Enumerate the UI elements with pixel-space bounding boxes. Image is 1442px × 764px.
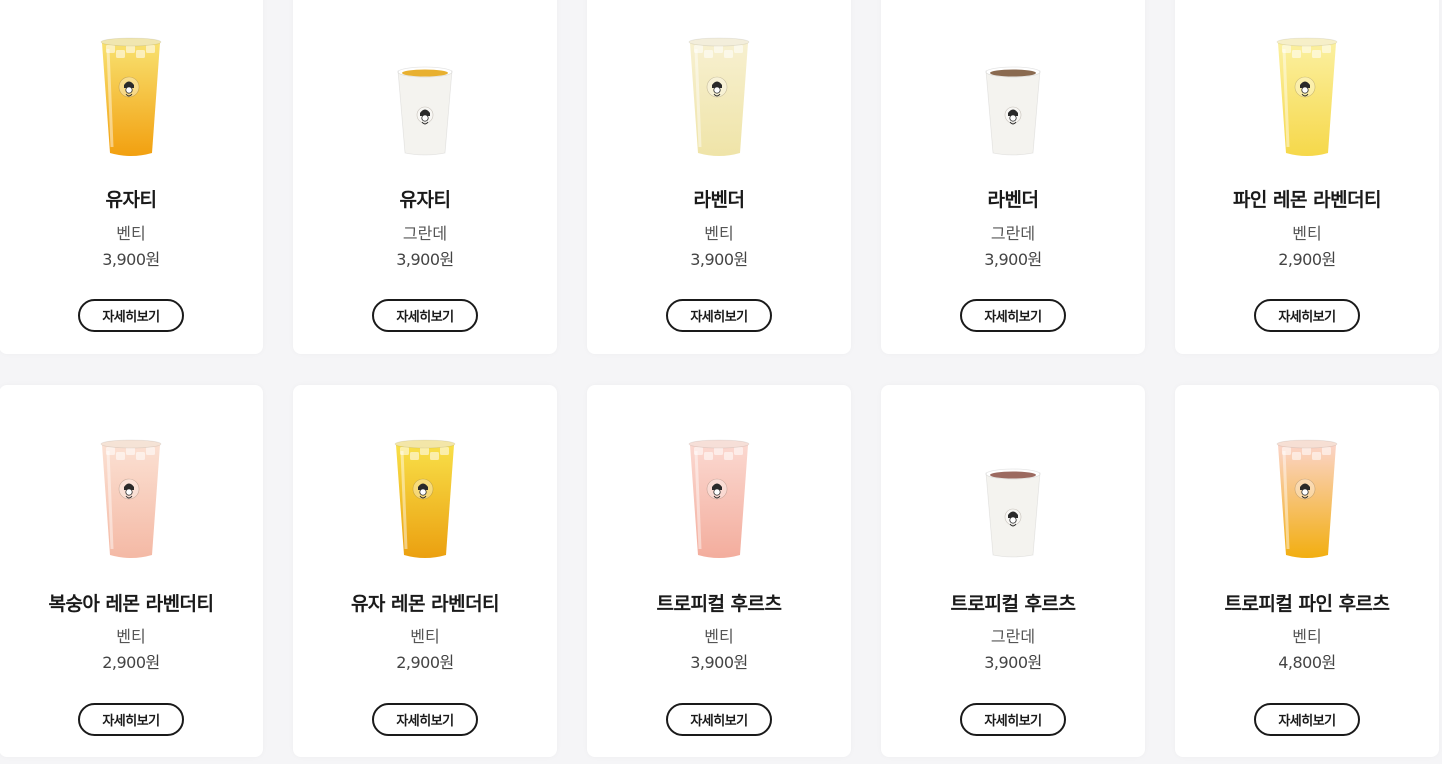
mascot-logo-icon — [1294, 478, 1316, 500]
product-size: 벤티 — [704, 627, 734, 646]
ice-cube — [734, 45, 743, 53]
product-card: 복숭아 레몬 라벤더티 벤티 2,900원 자세히보기 — [0, 385, 263, 757]
cup-lid — [1276, 37, 1338, 47]
product-price: 2,900원 — [1278, 250, 1336, 269]
product-size: 벤티 — [410, 627, 440, 646]
mascot-logo-icon — [118, 478, 140, 500]
product-card: 유자티 벤티 3,900원 자세히보기 — [0, 0, 263, 354]
product-card: 트로피컬 후르츠 벤티 3,900원 자세히보기 — [587, 385, 851, 757]
product-name: 트로피컬 후르츠 — [656, 593, 782, 615]
ice-cube — [1292, 452, 1301, 460]
drink-image — [881, 437, 1145, 563]
mascot-logo-icon — [412, 478, 434, 500]
ice-cube — [724, 452, 733, 460]
product-name: 유자티 — [399, 189, 451, 211]
ice-cube — [724, 50, 733, 58]
drink-image — [881, 35, 1145, 161]
product-size: 벤티 — [704, 224, 734, 243]
ice-cube — [410, 452, 419, 460]
product-size: 그란데 — [990, 627, 1036, 646]
product-size: 그란데 — [402, 224, 448, 243]
ice-cube — [1312, 452, 1321, 460]
details-button[interactable]: 자세히보기 — [960, 299, 1066, 332]
drink-image — [0, 437, 263, 563]
ice-cube — [116, 452, 125, 460]
ice-cube — [136, 50, 145, 58]
mascot-logo-icon — [118, 76, 140, 98]
product-card: 파인 레몬 라벤더티 벤티 2,900원 자세히보기 — [1175, 0, 1439, 354]
drink-surface — [402, 69, 448, 77]
product-name: 트로피컬 파인 후르츠 — [1224, 593, 1390, 615]
product-card: 라벤더 벤티 3,900원 자세히보기 — [587, 0, 851, 354]
ice-cube — [136, 452, 145, 460]
product-price: 2,900원 — [396, 653, 454, 672]
ice-cube — [1312, 50, 1321, 58]
details-button[interactable]: 자세히보기 — [666, 703, 772, 736]
details-button[interactable]: 자세히보기 — [372, 703, 478, 736]
ice-cube — [146, 447, 155, 455]
product-grid: 유자티 벤티 3,900원 자세히보기 유자티 그란데 3,900원 자세히보기… — [0, 0, 1442, 764]
product-price: 3,900원 — [690, 250, 748, 269]
product-size: 벤티 — [1292, 627, 1322, 646]
details-button[interactable]: 자세히보기 — [1254, 703, 1360, 736]
cup-lid — [688, 37, 750, 47]
cup-lid — [688, 439, 750, 449]
details-button[interactable]: 자세히보기 — [960, 703, 1066, 736]
mascot-logo-icon — [1294, 76, 1316, 98]
details-button[interactable]: 자세히보기 — [372, 299, 478, 332]
product-card: 라벤더 그란데 3,900원 자세히보기 — [881, 0, 1145, 354]
ice-cube — [440, 447, 449, 455]
product-name: 트로피컬 후르츠 — [950, 593, 1076, 615]
product-name: 유자티 — [105, 189, 157, 211]
product-size: 벤티 — [1292, 224, 1322, 243]
ice-cube — [734, 447, 743, 455]
product-name: 라벤더 — [693, 189, 745, 211]
drink-image — [1175, 437, 1439, 563]
ice-cube — [430, 452, 439, 460]
product-name: 유자 레몬 라벤더티 — [350, 593, 500, 615]
mascot-logo-icon — [706, 76, 728, 98]
product-name: 파인 레몬 라벤더티 — [1232, 189, 1382, 211]
drink-image — [587, 35, 851, 161]
drink-image — [293, 437, 557, 563]
ice-cube — [704, 50, 713, 58]
drink-surface — [990, 69, 1036, 77]
product-card: 유자티 그란데 3,900원 자세히보기 — [293, 0, 557, 354]
cup-lid — [394, 439, 456, 449]
ice-cube — [146, 45, 155, 53]
product-price: 3,900원 — [984, 653, 1042, 672]
mascot-logo-icon — [706, 478, 728, 500]
product-price: 3,900원 — [102, 250, 160, 269]
cup-lid — [100, 439, 162, 449]
cup-lid — [100, 37, 162, 47]
product-price: 2,900원 — [102, 653, 160, 672]
cup-lid — [1276, 439, 1338, 449]
drink-image — [293, 35, 557, 161]
product-price: 3,900원 — [984, 250, 1042, 269]
drink-image — [1175, 35, 1439, 161]
product-price: 4,800원 — [1278, 653, 1336, 672]
ice-cube — [1292, 50, 1301, 58]
details-button[interactable]: 자세히보기 — [78, 299, 184, 332]
product-name: 라벤더 — [987, 189, 1039, 211]
product-name: 복숭아 레몬 라벤더티 — [48, 593, 214, 615]
ice-cube — [1322, 447, 1331, 455]
ice-cube — [116, 50, 125, 58]
drink-image — [0, 35, 263, 161]
ice-cube — [704, 452, 713, 460]
product-price: 3,900원 — [690, 653, 748, 672]
product-price: 3,900원 — [396, 250, 454, 269]
product-card: 유자 레몬 라벤더티 벤티 2,900원 자세히보기 — [293, 385, 557, 757]
drink-surface — [990, 471, 1036, 479]
drink-image — [587, 437, 851, 563]
details-button[interactable]: 자세히보기 — [1254, 299, 1360, 332]
product-card: 트로피컬 후르츠 그란데 3,900원 자세히보기 — [881, 385, 1145, 757]
product-card: 트로피컬 파인 후르츠 벤티 4,800원 자세히보기 — [1175, 385, 1439, 757]
product-size: 벤티 — [116, 224, 146, 243]
details-button[interactable]: 자세히보기 — [666, 299, 772, 332]
product-size: 벤티 — [116, 627, 146, 646]
details-button[interactable]: 자세히보기 — [78, 703, 184, 736]
product-size: 그란데 — [990, 224, 1036, 243]
ice-cube — [1322, 45, 1331, 53]
